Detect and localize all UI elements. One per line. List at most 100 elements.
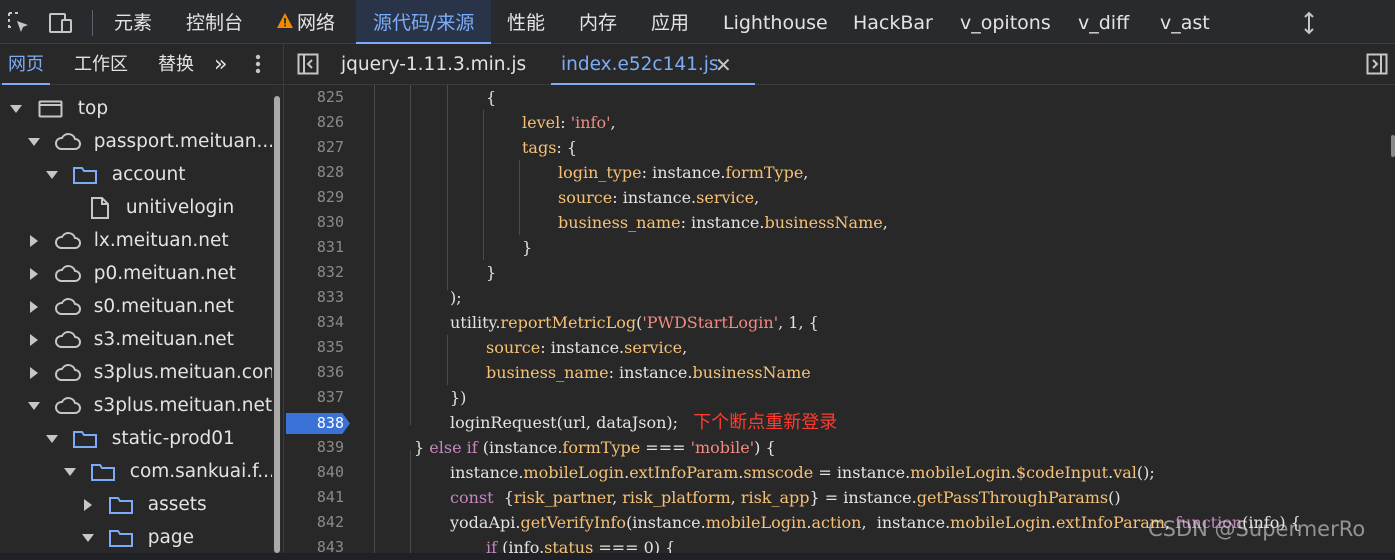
toggle-debugger-icon[interactable] — [1366, 53, 1388, 75]
tree-item-s3[interactable]: s3.meituan.net — [30, 323, 234, 356]
resize-handle-icon[interactable] — [1300, 10, 1318, 36]
tab-page[interactable]: 网页 — [2, 44, 50, 85]
tab-memory[interactable]: 内存 — [579, 0, 617, 43]
indent-guide — [519, 160, 520, 235]
tab-application[interactable]: 应用 — [651, 0, 689, 43]
tree-label: s3plus.meituan.com — [93, 362, 282, 383]
tab-lighthouse[interactable]: Lighthouse — [723, 0, 828, 43]
code-line: source: instance.service, — [486, 338, 688, 357]
collapse-arrow-icon[interactable] — [30, 367, 38, 379]
line-number[interactable]: 828 — [284, 160, 344, 185]
tree-item-account[interactable]: account — [46, 158, 185, 191]
line-number[interactable]: 843 — [284, 535, 344, 560]
tree-item-s3plus-com[interactable]: s3plus.meituan.com — [30, 356, 281, 389]
cloud-icon — [54, 364, 81, 381]
tree-item-static-prod01[interactable]: static-prod01 — [46, 422, 235, 455]
tab-v-diff[interactable]: v_diff — [1078, 0, 1129, 43]
line-number[interactable]: 839 — [284, 435, 344, 460]
tree-item-top[interactable]: top — [10, 92, 108, 125]
tab-console[interactable]: 控制台 — [186, 0, 243, 43]
expand-arrow-icon[interactable] — [64, 468, 76, 476]
tree-item-com-sankuai[interactable]: com.sankuai.f... — [64, 455, 275, 488]
tab-sources[interactable]: 源代码/来源 — [356, 0, 492, 44]
tree-item-lx[interactable]: lx.meituan.net — [30, 224, 229, 257]
tab-v-ast[interactable]: v_ast — [1160, 0, 1210, 43]
code-line: }) — [450, 388, 467, 407]
tab-performance[interactable]: 性能 — [507, 0, 545, 43]
toolbar-divider — [92, 10, 93, 36]
line-number[interactable]: 835 — [284, 335, 344, 360]
kebab-menu-icon[interactable] — [250, 52, 266, 76]
line-number[interactable]: 830 — [284, 210, 344, 235]
file-tab-jquery[interactable]: jquery-1.11.3.min.js — [341, 44, 526, 84]
tree-item-p0[interactable]: p0.meituan.net — [30, 257, 236, 290]
line-number-breakpoint[interactable]: 838 — [284, 411, 344, 436]
cloud-icon — [54, 298, 81, 315]
code-editor: jquery-1.11.3.min.js index.e52c141.js ✕ … — [283, 44, 1395, 556]
tree-item-assets[interactable]: assets — [84, 488, 207, 521]
tab-overrides[interactable]: 替换 — [158, 44, 194, 84]
line-number[interactable]: 836 — [284, 360, 344, 385]
file-tab-index[interactable]: index.e52c141.js — [551, 44, 755, 85]
tab-workspace[interactable]: 工作区 — [74, 44, 128, 84]
line-number[interactable]: 837 — [284, 385, 344, 410]
inspect-element-icon[interactable] — [6, 10, 32, 36]
tab-elements[interactable]: 元素 — [114, 0, 152, 43]
expand-arrow-icon[interactable] — [46, 435, 58, 443]
collapse-arrow-icon[interactable] — [30, 268, 38, 280]
indent-guide — [447, 335, 448, 385]
toggle-navigator-icon[interactable] — [297, 53, 319, 75]
tree-item-unitivelogin[interactable]: unitivelogin — [90, 191, 234, 224]
file-tabs: jquery-1.11.3.min.js index.e52c141.js ✕ — [284, 44, 1395, 85]
collapse-arrow-icon[interactable] — [30, 301, 38, 313]
line-number[interactable]: 829 — [284, 185, 344, 210]
tree-item-s0[interactable]: s0.meituan.net — [30, 290, 234, 323]
expand-arrow-icon[interactable] — [10, 105, 22, 113]
editor-scrollbar-thumb[interactable] — [1391, 135, 1395, 157]
tree-item-passport[interactable]: passport.meituan.... — [28, 125, 280, 158]
line-number[interactable]: 825 — [284, 85, 344, 110]
tree-label: assets — [147, 494, 207, 515]
device-toolbar-icon[interactable] — [48, 10, 74, 36]
code-line: } — [522, 238, 533, 257]
tab-v-opitons[interactable]: v_opitons — [960, 0, 1051, 43]
folder-icon — [72, 167, 97, 184]
expand-arrow-icon[interactable] — [82, 534, 94, 542]
expand-arrow-icon[interactable] — [46, 171, 58, 179]
tree-label: top — [77, 98, 109, 119]
code-line: login_type: instance.formType, — [558, 163, 809, 182]
close-tab-icon[interactable]: ✕ — [715, 44, 732, 84]
line-number[interactable]: 832 — [284, 260, 344, 285]
tree-item-s3plus-net[interactable]: s3plus.meituan.net — [28, 389, 272, 422]
folder-icon — [108, 530, 133, 547]
line-number[interactable]: 840 — [284, 460, 344, 485]
line-number[interactable]: 841 — [284, 485, 344, 510]
navigator-scrollbar-thumb[interactable] — [274, 96, 280, 553]
line-number-gutter[interactable]: 825 826 827 828 829 830 831 832 833 834 … — [284, 85, 372, 556]
code-line: } — [486, 263, 497, 282]
collapse-arrow-icon[interactable] — [84, 499, 92, 511]
indent-guide — [447, 85, 448, 290]
warning-triangle-icon — [277, 13, 293, 28]
line-number[interactable]: 834 — [284, 310, 344, 335]
line-number[interactable]: 826 — [284, 110, 344, 135]
collapse-arrow-icon[interactable] — [30, 235, 38, 247]
more-tabs-icon[interactable]: » — [214, 44, 227, 84]
watermark: CSDN @SupermerRo — [1148, 517, 1366, 541]
tab-hackbar[interactable]: HackBar — [853, 0, 933, 43]
tree-label: com.sankuai.f... — [129, 461, 275, 482]
line-number[interactable]: 827 — [284, 135, 344, 160]
tab-network[interactable]: 网络 — [276, 0, 335, 43]
line-number[interactable]: 831 — [284, 235, 344, 260]
collapse-arrow-icon[interactable] — [30, 334, 38, 346]
expand-arrow-icon[interactable] — [28, 138, 40, 146]
code-content[interactable]: { level: 'info', tags: { login_type: ins… — [372, 85, 1395, 553]
code-line: { — [486, 88, 497, 107]
line-number[interactable]: 842 — [284, 510, 344, 535]
line-number[interactable]: 833 — [284, 285, 344, 310]
expand-arrow-icon[interactable] — [28, 402, 40, 410]
tree-item-page[interactable]: page — [82, 521, 194, 554]
sources-navigator: 网页 工作区 替换 » top passport.meituan.... acc… — [0, 44, 283, 553]
file-icon — [91, 197, 109, 219]
indent-guide — [483, 110, 484, 260]
